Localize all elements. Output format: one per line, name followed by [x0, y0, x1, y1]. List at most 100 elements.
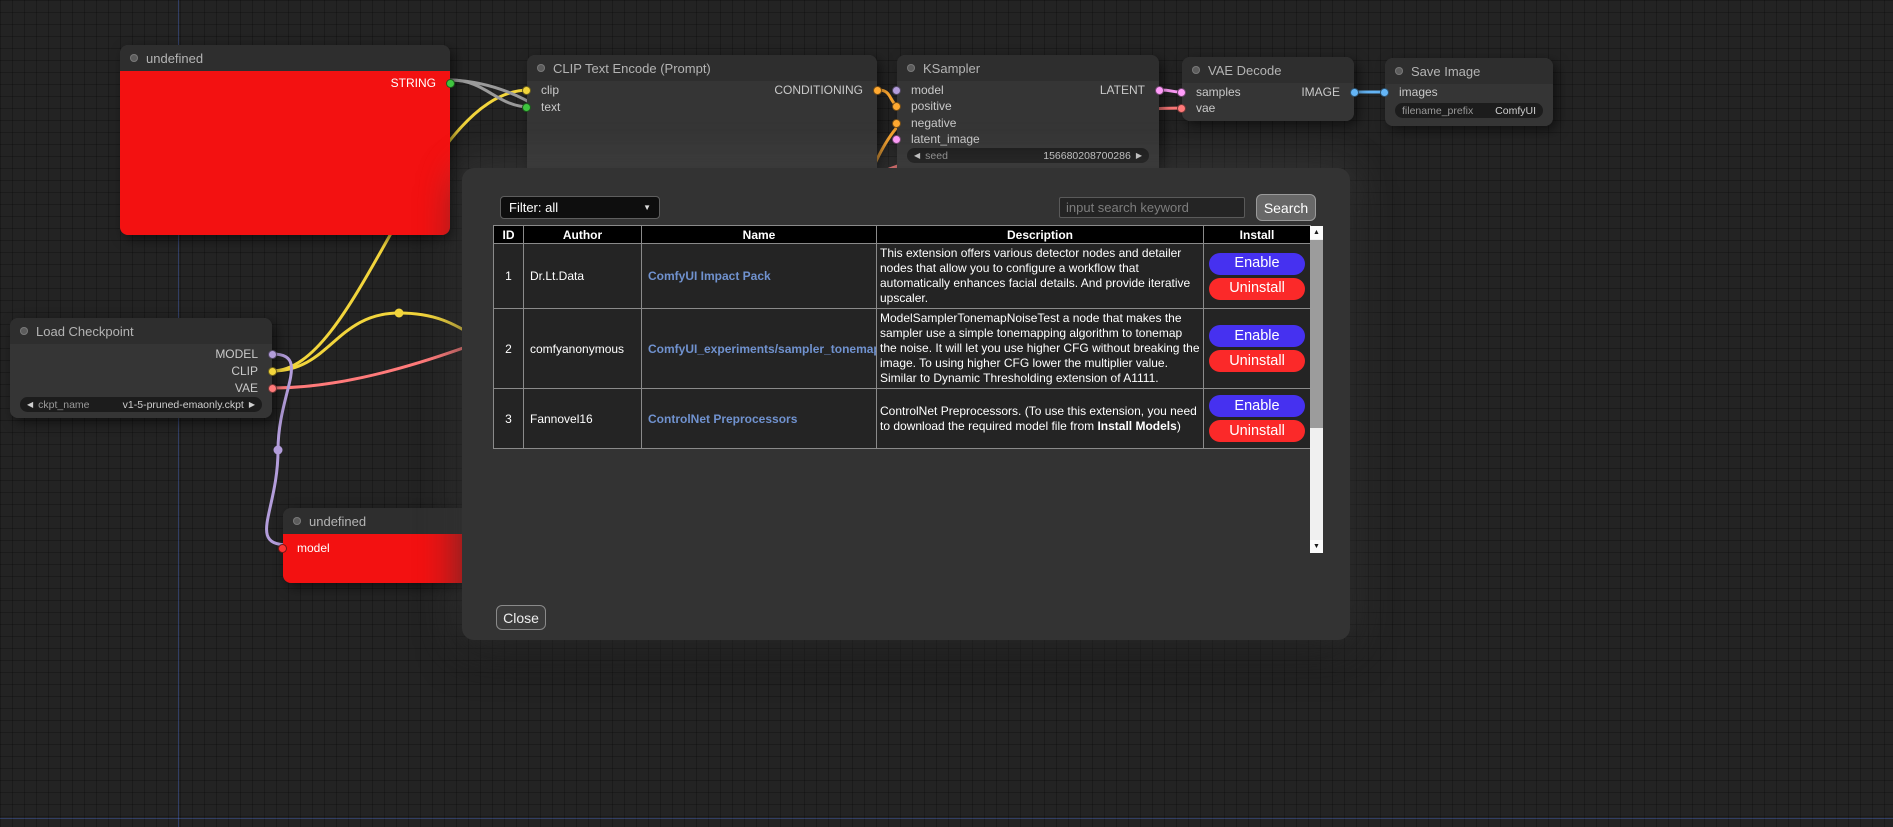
- reroute-dot-clip: [395, 309, 404, 318]
- output-image[interactable]: IMAGE: [1182, 84, 1354, 100]
- header-install: Install: [1204, 226, 1311, 244]
- output-vae[interactable]: VAE: [10, 380, 272, 396]
- right-arrow-icon[interactable]: ▶: [1136, 152, 1142, 160]
- string-port-icon[interactable]: [522, 103, 531, 112]
- node-collapse-dot[interactable]: [907, 64, 915, 72]
- conditioning-port-icon[interactable]: [892, 102, 901, 111]
- left-arrow-icon[interactable]: ◀: [27, 401, 33, 409]
- table-row: 1 Dr.Lt.Data ComfyUI Impact Pack This ex…: [494, 244, 1311, 309]
- latent-port-icon[interactable]: [892, 135, 901, 144]
- canvas-axis-horizontal: [0, 818, 1893, 819]
- node-load-checkpoint[interactable]: Load Checkpoint MODEL CLIP VAE ◀ ckpt_na…: [10, 318, 272, 418]
- node-title-bar[interactable]: VAE Decode: [1182, 57, 1354, 83]
- widget-label: filename_prefix: [1402, 105, 1473, 117]
- table-scrollbar[interactable]: ▲ ▼: [1310, 226, 1323, 553]
- extension-id: 1: [494, 244, 524, 309]
- node-title-bar[interactable]: Save Image: [1385, 58, 1553, 84]
- node-error-body: [120, 71, 450, 235]
- extension-author: Dr.Lt.Data: [524, 244, 642, 309]
- node-title: undefined: [309, 514, 366, 529]
- output-string[interactable]: STRING: [120, 75, 450, 91]
- node-undefined-top[interactable]: undefined STRING: [120, 45, 450, 235]
- node-title-bar[interactable]: CLIP Text Encode (Prompt): [527, 55, 877, 81]
- header-description: Description: [877, 226, 1204, 244]
- seed-widget[interactable]: ◀ seed 156680208700286 ▶: [907, 148, 1149, 163]
- node-title: KSampler: [923, 61, 980, 76]
- node-title-bar[interactable]: undefined: [120, 45, 450, 71]
- widget-value: v1-5-pruned-emaonly.ckpt: [123, 399, 244, 411]
- input-positive[interactable]: positive: [897, 98, 1159, 114]
- output-latent[interactable]: LATENT: [897, 82, 1159, 98]
- uninstall-button[interactable]: Uninstall: [1209, 278, 1305, 300]
- input-vae[interactable]: vae: [1182, 100, 1354, 116]
- search-input[interactable]: [1059, 197, 1245, 218]
- scrollbar-thumb[interactable]: [1310, 240, 1323, 428]
- extension-link[interactable]: ComfyUI Impact Pack: [648, 269, 771, 283]
- extensions-table: ID Author Name Description Install 1 Dr.…: [493, 225, 1311, 449]
- vae-port-icon[interactable]: [268, 384, 277, 393]
- widget-value: ComfyUI: [1495, 105, 1536, 117]
- image-port-icon[interactable]: [1380, 88, 1389, 97]
- model-port-icon[interactable]: [278, 544, 287, 553]
- input-text[interactable]: text: [527, 99, 877, 115]
- node-collapse-dot[interactable]: [20, 327, 28, 335]
- node-title: undefined: [146, 51, 203, 66]
- string-port-icon[interactable]: [446, 79, 455, 88]
- extension-description: This extension offers various detector n…: [877, 244, 1204, 309]
- extension-author: comfyanonymous: [524, 309, 642, 389]
- node-collapse-dot[interactable]: [537, 64, 545, 72]
- left-arrow-icon[interactable]: ◀: [914, 152, 920, 160]
- image-port-icon[interactable]: [1350, 88, 1359, 97]
- output-model[interactable]: MODEL: [10, 346, 272, 362]
- uninstall-button[interactable]: Uninstall: [1209, 420, 1305, 442]
- node-title-bar[interactable]: Load Checkpoint: [10, 318, 272, 344]
- node-collapse-dot[interactable]: [293, 517, 301, 525]
- node-title: Save Image: [1411, 64, 1480, 79]
- extension-id: 2: [494, 309, 524, 389]
- vae-port-icon[interactable]: [1177, 104, 1186, 113]
- enable-button[interactable]: Enable: [1209, 253, 1305, 275]
- clip-port-icon[interactable]: [268, 367, 277, 376]
- scroll-down-icon[interactable]: ▼: [1310, 540, 1323, 553]
- output-conditioning[interactable]: CONDITIONING: [527, 82, 877, 98]
- node-title-bar[interactable]: KSampler: [897, 55, 1159, 81]
- latent-port-icon[interactable]: [1155, 86, 1164, 95]
- node-vae-decode[interactable]: VAE Decode samples vae IMAGE: [1182, 57, 1354, 121]
- enable-button[interactable]: Enable: [1209, 395, 1305, 417]
- extension-link[interactable]: ControlNet Preprocessors: [648, 412, 797, 426]
- extension-author: Fannovel16: [524, 389, 642, 449]
- ckpt-name-widget[interactable]: ◀ ckpt_name v1-5-pruned-emaonly.ckpt ▶: [20, 397, 262, 412]
- close-button[interactable]: Close: [496, 605, 546, 630]
- table-row: 3 Fannovel16 ControlNet Preprocessors Co…: [494, 389, 1311, 449]
- extension-link[interactable]: ComfyUI_experiments/sampler_tonemap: [648, 342, 877, 356]
- node-ksampler[interactable]: KSampler model positive negative latent_…: [897, 55, 1159, 175]
- reroute-dot-model: [274, 446, 283, 455]
- filename-prefix-widget[interactable]: filename_prefix ComfyUI: [1395, 103, 1543, 118]
- scroll-up-icon[interactable]: ▲: [1310, 226, 1323, 239]
- widget-value: 156680208700286: [1043, 150, 1131, 162]
- input-latent-image[interactable]: latent_image: [897, 131, 1159, 147]
- node-save-image[interactable]: Save Image images filename_prefix ComfyU…: [1385, 58, 1553, 126]
- widget-label: seed: [925, 150, 948, 162]
- header-id: ID: [494, 226, 524, 244]
- uninstall-button[interactable]: Uninstall: [1209, 350, 1305, 372]
- output-clip[interactable]: CLIP: [10, 363, 272, 379]
- filter-select[interactable]: Filter: all ▼: [500, 196, 660, 219]
- conditioning-port-icon[interactable]: [873, 86, 882, 95]
- node-collapse-dot[interactable]: [1395, 67, 1403, 75]
- filter-select-value: Filter: all: [509, 200, 558, 215]
- node-title: VAE Decode: [1208, 63, 1281, 78]
- input-images[interactable]: images: [1385, 84, 1553, 100]
- model-port-icon[interactable]: [268, 350, 277, 359]
- node-clip-text-encode[interactable]: CLIP Text Encode (Prompt) clip text COND…: [527, 55, 877, 175]
- node-collapse-dot[interactable]: [130, 54, 138, 62]
- input-negative[interactable]: negative: [897, 115, 1159, 131]
- search-button[interactable]: Search: [1256, 194, 1316, 221]
- enable-button[interactable]: Enable: [1209, 325, 1305, 347]
- node-collapse-dot[interactable]: [1192, 66, 1200, 74]
- right-arrow-icon[interactable]: ▶: [249, 401, 255, 409]
- table-header-row: ID Author Name Description Install: [494, 226, 1311, 244]
- header-author: Author: [524, 226, 642, 244]
- widget-label: ckpt_name: [38, 399, 89, 411]
- conditioning-port-icon[interactable]: [892, 119, 901, 128]
